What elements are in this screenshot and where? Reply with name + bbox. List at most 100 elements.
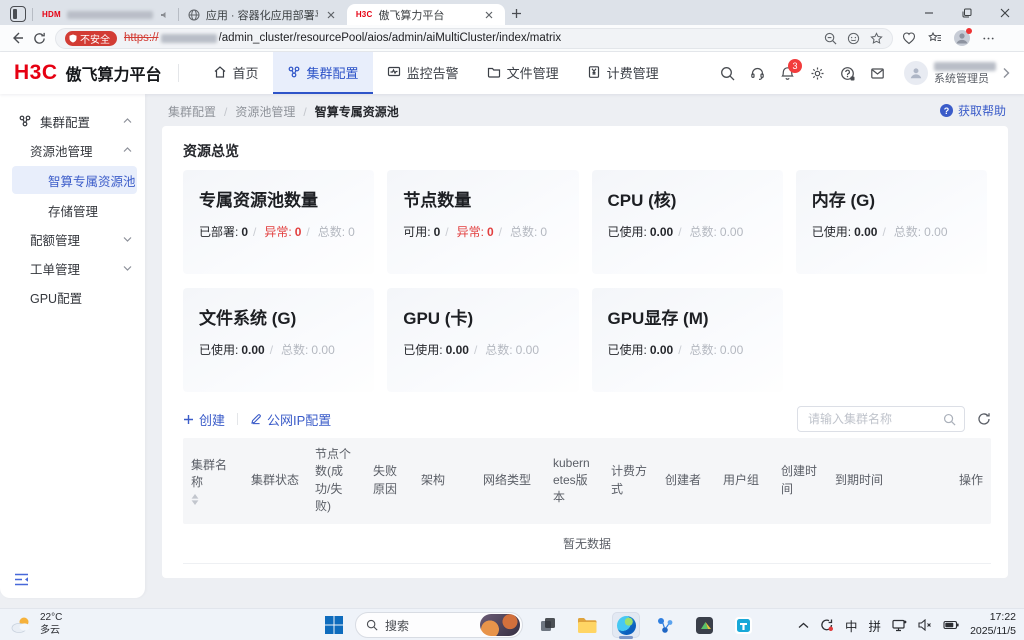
public-ip-config-button[interactable]: 公网IP配置 — [250, 410, 331, 429]
feedback-smiley-icon[interactable] — [847, 32, 860, 45]
nav-label: 计费管理 — [607, 63, 659, 82]
weather-icon — [10, 615, 34, 635]
column-header: 集群状态 — [243, 438, 307, 524]
favorites-list-icon[interactable] — [928, 31, 942, 45]
browser-tab-deploy[interactable]: 应用 · 容器化应用部署平台 — [179, 4, 347, 25]
card-stat: 可用:0 — [403, 223, 440, 240]
start-button[interactable] — [324, 615, 344, 635]
refresh-icon[interactable] — [977, 412, 991, 426]
display-cast-icon[interactable] — [892, 619, 907, 632]
tab-close-icon[interactable] — [324, 8, 338, 22]
back-icon[interactable] — [10, 31, 24, 45]
card-stat: 总数:0.00 — [265, 341, 335, 358]
clock-date: 2025/11/5 — [970, 625, 1016, 637]
cluster-search-input[interactable] — [798, 407, 964, 431]
resource-card-stats: 已使用:0.00 总数:0.00 — [812, 223, 971, 240]
browser-tabstrip: HDM 应用 · 容器化应用部署平台 H3C 傲飞算力平台 — [0, 0, 1024, 25]
redacted-host — [161, 34, 217, 43]
search-icon — [366, 619, 378, 631]
stat-value: 0 — [487, 225, 494, 239]
help-icon[interactable] — [840, 66, 855, 81]
reload-icon[interactable] — [33, 32, 46, 45]
sidebar-item-ticket-mgmt[interactable]: 工单管理 — [0, 254, 145, 282]
browser-menu-icon[interactable] — [982, 32, 995, 45]
favorite-star-icon[interactable] — [870, 32, 883, 45]
tab-workspaces-icon[interactable] — [10, 6, 26, 22]
browser-profile-avatar[interactable] — [954, 30, 970, 46]
resource-card: 内存 (G) 已使用:0.00 总数:0.00 — [796, 170, 987, 274]
column-label: 架构 — [421, 472, 445, 489]
get-help-link[interactable]: ? 获取帮助 — [940, 102, 1006, 119]
sidebar-item-gpu-config[interactable]: GPU配置 — [0, 283, 145, 311]
task-view-icon[interactable] — [534, 612, 562, 638]
address-bar[interactable]: 不安全 https:// /admin_cluster/resourcePool… — [55, 28, 893, 49]
search-icon[interactable] — [720, 66, 735, 81]
taskbar-clock[interactable]: 17:22 2025/11/5 — [970, 611, 1016, 638]
h3c-logo: H3C — [14, 61, 58, 85]
nav-item-files[interactable]: 文件管理 — [473, 52, 573, 94]
browser-tab-active[interactable]: H3C 傲飞算力平台 — [347, 4, 505, 25]
zoom-out-icon[interactable] — [824, 32, 837, 45]
sidebar-item-storage-mgmt[interactable]: 存储管理 — [0, 196, 145, 224]
taskbar-center: 搜索 — [324, 612, 757, 638]
security-badge[interactable]: 不安全 — [65, 31, 117, 46]
notifications-bell-icon[interactable]: 3 — [780, 66, 795, 81]
chevron-up-icon — [123, 147, 132, 153]
nav-item-home[interactable]: 首页 — [199, 52, 273, 94]
chevron-right-icon[interactable] — [1002, 67, 1010, 79]
file-explorer-icon[interactable] — [573, 612, 601, 638]
user-block[interactable]: 系统管理员 — [904, 61, 1010, 85]
notification-count-badge: 3 — [788, 59, 802, 73]
create-button[interactable]: 创建 — [183, 410, 225, 429]
edge-browser-icon[interactable] — [612, 612, 640, 638]
column-header: 网络类型 — [475, 438, 545, 524]
app-header: H3C 傲飞算力平台 首页 集群配置 监控告警 文件管理 计费管理 — [0, 52, 1024, 94]
window-controls — [910, 0, 1024, 25]
messages-mail-icon[interactable] — [870, 66, 885, 81]
plus-icon — [183, 414, 194, 425]
stat-label: 总数: — [690, 223, 717, 240]
tab-media-icon[interactable] — [159, 10, 169, 20]
window-minimize-button[interactable] — [910, 0, 948, 25]
nav-item-cluster-config[interactable]: 集群配置 — [273, 52, 373, 94]
browser-tab-hdm[interactable]: HDM — [33, 4, 178, 25]
ime-language-indicator[interactable]: 中 — [845, 616, 858, 635]
search-icon[interactable] — [943, 413, 956, 426]
nav-item-monitoring[interactable]: 监控告警 — [373, 52, 473, 94]
card-stat: 已部署:0 — [199, 223, 248, 240]
sync-status-icon[interactable] — [820, 618, 834, 632]
breadcrumb-item[interactable]: 资源池管理 — [235, 103, 314, 120]
browser-essentials-icon[interactable] — [902, 31, 916, 45]
teams-like-app-icon[interactable] — [729, 612, 757, 638]
ime-mode-indicator[interactable]: 拼 — [869, 616, 882, 635]
h3c-app-icon[interactable] — [651, 612, 679, 638]
support-headset-icon[interactable] — [750, 66, 765, 81]
settings-gear-icon[interactable] — [810, 66, 825, 81]
battery-icon[interactable] — [943, 620, 959, 630]
column-header: 节点个数(成功/失败) — [307, 438, 365, 524]
stat-label: 已使用: — [812, 223, 851, 240]
sidebar-collapse-icon[interactable] — [14, 573, 29, 586]
window-close-button[interactable] — [986, 0, 1024, 25]
dev-tool-app-icon[interactable] — [690, 612, 718, 638]
nav-item-billing[interactable]: 计费管理 — [573, 52, 673, 94]
tab-close-icon[interactable] — [482, 8, 496, 22]
sidebar-item-resource-pool-mgmt[interactable]: 资源池管理 — [0, 136, 145, 164]
new-tab-button[interactable] — [505, 1, 529, 25]
breadcrumb-item[interactable]: 集群配置 — [168, 103, 235, 120]
window-maximize-button[interactable] — [948, 0, 986, 25]
cluster-table: 集群名称 集群状态 节点个数(成功/失败) — [183, 438, 991, 564]
tray-overflow-chevron-icon[interactable] — [798, 622, 809, 629]
cluster-icon — [18, 114, 32, 128]
resource-card-stats: 已使用:0.00 总数:0.00 — [608, 341, 767, 358]
volume-muted-icon[interactable] — [918, 619, 932, 631]
sidebar-item-quota-mgmt[interactable]: 配额管理 — [0, 225, 145, 253]
sidebar-item-cluster-config[interactable]: 集群配置 — [0, 107, 145, 135]
breadcrumb-item[interactable]: 智算专属资源池 — [315, 103, 399, 120]
column-header: 创建时间 — [773, 438, 827, 524]
weather-widget[interactable]: 22°C 多云 — [10, 612, 62, 637]
sort-icon[interactable] — [191, 494, 199, 505]
sidebar-item-ai-dedicated-pool[interactable]: 智算专属资源池 — [12, 166, 137, 194]
taskbar-search[interactable]: 搜索 — [355, 612, 523, 638]
stat-value: 0.00 — [311, 343, 334, 357]
